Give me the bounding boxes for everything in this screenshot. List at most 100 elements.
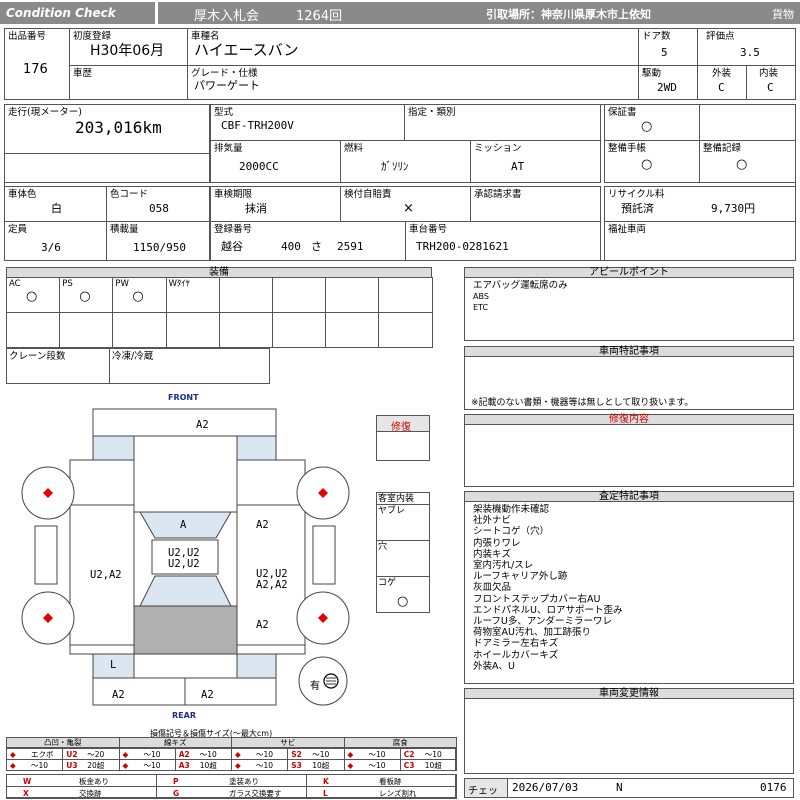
recycle-label: リサイクル料 bbox=[608, 189, 665, 200]
equipment-label: PS bbox=[62, 279, 73, 289]
check-label-cell: チェック bbox=[464, 778, 508, 798]
legend-symbol: ◆ bbox=[347, 761, 354, 770]
int-cell: 内装 C bbox=[746, 65, 796, 100]
welfare-cell: 福祉車両 bbox=[604, 221, 796, 261]
legend-cell: A3 10超 bbox=[174, 759, 232, 771]
legend-text: 10超 bbox=[199, 761, 217, 770]
body-color-cell: 車体色 白 bbox=[4, 186, 107, 222]
dmg-roof: U2,U2 U2,U2 bbox=[168, 547, 200, 570]
dmg-rear-bumper-left: A2 bbox=[201, 689, 214, 701]
equipment-cell bbox=[378, 312, 433, 348]
code-text: 板金あり bbox=[79, 777, 109, 786]
doors: 5 bbox=[661, 46, 668, 59]
load-label: 積載量 bbox=[110, 224, 139, 235]
color-code: 058 bbox=[149, 202, 169, 215]
maint-book: ○ bbox=[641, 157, 653, 172]
legend-symbol: ◆ bbox=[122, 750, 129, 759]
legend-text: 10超 bbox=[312, 761, 330, 770]
legend-symbol: U3 bbox=[66, 761, 78, 770]
legend-cell: ◆ ～10 bbox=[343, 759, 401, 771]
equipment-cell bbox=[165, 312, 220, 348]
color-code-label: 色コード bbox=[110, 189, 149, 200]
legend-text: ～10 bbox=[368, 750, 386, 759]
legend-symbol: A2 bbox=[178, 750, 190, 759]
int-label: 内装 bbox=[759, 68, 779, 79]
check-number: 0176 bbox=[760, 781, 787, 794]
maint-book-cell: 整備手帳 ○ bbox=[604, 140, 700, 183]
color-code-cell: 色コード 058 bbox=[106, 186, 210, 222]
repair-badge: 修復 bbox=[376, 415, 430, 433]
inspect-box: 架装機動作未確認 社外ナビ シートコゲ（穴） 内張りワレ 内装キズ 室内汚れ/スレ ルーフキ… bbox=[464, 501, 794, 684]
liability-label: 検付自賠責 bbox=[344, 189, 392, 200]
legend-symbol: ◆ bbox=[10, 750, 16, 759]
header-title: Condition Check bbox=[6, 6, 116, 20]
score-cell: 評価点 3.5 bbox=[697, 28, 796, 66]
dmg-front-bumper: A2 bbox=[196, 419, 209, 431]
liability: × bbox=[403, 201, 414, 216]
approval-cell: 承認請求書 bbox=[470, 186, 601, 222]
warranty-cell: 保証書 ○ bbox=[604, 104, 700, 141]
legend-symbol: S3 bbox=[291, 761, 302, 770]
dmg-right-side: U2,A2 bbox=[90, 569, 122, 581]
recycle-status: 預託済 bbox=[621, 202, 654, 215]
interior-label: コゲ bbox=[378, 578, 397, 588]
reg-area: 越谷 bbox=[221, 240, 243, 253]
ext-grade: C bbox=[718, 81, 725, 94]
legend-symbol: ◆ bbox=[235, 750, 241, 759]
equipment-cell bbox=[325, 312, 380, 348]
equipment-cell bbox=[218, 312, 273, 348]
equipment-cell: Wﾀｲﾔ bbox=[165, 277, 220, 313]
dmg-left-rear: A2 bbox=[256, 619, 269, 631]
dmg-hood: A bbox=[180, 519, 187, 531]
car-name: ハイエースバン bbox=[194, 41, 299, 59]
legend-cell: S3 10超 bbox=[287, 759, 345, 771]
interior-label: 穴 bbox=[378, 542, 388, 552]
legend-symbol: U2 bbox=[66, 750, 78, 759]
code-text: レンズ割れ bbox=[379, 789, 417, 798]
model-label: 型式 bbox=[214, 107, 234, 118]
model: CBF-TRH200V bbox=[221, 119, 294, 132]
lot-no-label: 出品番号 bbox=[8, 31, 47, 42]
equipment-label: Wﾀｲﾔ bbox=[168, 279, 190, 289]
dmg-rear-bumper-right: A2 bbox=[112, 689, 125, 701]
change-box bbox=[464, 698, 794, 774]
maint-record-label: 整備記録 bbox=[703, 143, 742, 154]
ext-label: 外装 bbox=[712, 68, 732, 79]
capacity: 3/6 bbox=[41, 241, 61, 254]
legend-cell: ◆ ～10 bbox=[118, 759, 176, 771]
score-label: 評価点 bbox=[706, 31, 735, 42]
inspect-line: 外装A、U bbox=[473, 660, 515, 672]
reg-class: 400 bbox=[281, 240, 301, 253]
maint-record-cell: 整備記録 ○ bbox=[699, 140, 796, 183]
car-name-cell: 車種名 ハイエースバン bbox=[187, 28, 639, 66]
drive: 2WD bbox=[657, 81, 677, 94]
capacity-cell: 定員 3/6 bbox=[4, 221, 107, 261]
pickup-location: 引取場所：神奈川県厚木市上依知 bbox=[486, 8, 651, 21]
fuel-cell: 燃料 ｶﾞｿﾘﾝ bbox=[340, 140, 471, 183]
inspection-cell: 車検期限 抹消 bbox=[210, 186, 341, 222]
chassis-cell: 車台番号 TRH200-0281621 bbox=[405, 221, 601, 261]
code-symbol: G bbox=[173, 789, 180, 798]
inspection-label: 車検期限 bbox=[214, 189, 253, 200]
legend-symbol: A3 bbox=[178, 761, 190, 770]
int-grade: C bbox=[767, 81, 774, 94]
drive-cell: 駆動 2WD bbox=[638, 65, 698, 100]
warranty-label: 保証書 bbox=[608, 107, 637, 118]
legend-group: 凸凹・亀裂 bbox=[6, 737, 120, 748]
inspect-line: シートコゲ（穴） bbox=[473, 526, 550, 538]
legend-symbol: ◆ bbox=[347, 750, 354, 759]
maint-book-label: 整備手帳 bbox=[608, 143, 647, 154]
repair-badge-body bbox=[376, 431, 430, 461]
drive-label: 駆動 bbox=[642, 68, 662, 79]
vehicle-type: 貨物 bbox=[772, 8, 794, 21]
inspect-line: 内装キズ bbox=[473, 548, 512, 560]
capacity-label: 定員 bbox=[8, 224, 28, 235]
spare-tire-label: 有 bbox=[310, 681, 320, 692]
dmg-rear-lamp: L bbox=[110, 659, 117, 671]
crane-label: クレーン段数 bbox=[9, 351, 66, 362]
check-label: チェック bbox=[468, 786, 498, 797]
maint-record: ○ bbox=[736, 157, 748, 172]
dmg-left-front: A2 bbox=[256, 519, 269, 531]
legend-text: 20超 bbox=[87, 761, 105, 770]
ext-cell: 外装 C bbox=[697, 65, 747, 100]
